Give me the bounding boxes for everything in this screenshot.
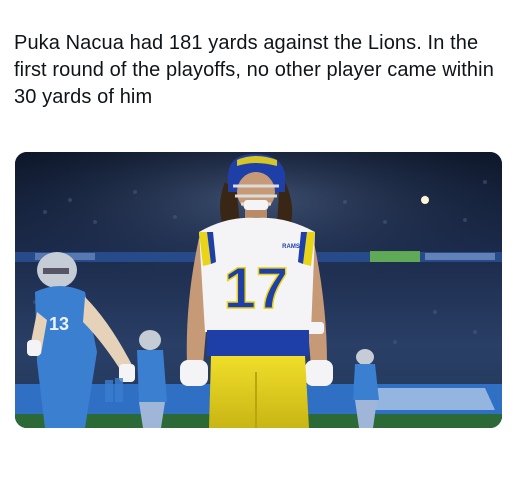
jersey-bottom <box>207 330 309 356</box>
opponent-jersey-number: 13 <box>49 314 69 334</box>
post-image[interactable]: 13 17 RAMS <box>15 152 502 428</box>
jersey-number: 17 <box>224 256 289 321</box>
pants <box>209 356 309 428</box>
stadium-light <box>421 196 429 204</box>
post-text: Puka Nacua had 181 yards against the Lio… <box>14 32 494 108</box>
right-glove <box>305 360 333 386</box>
left-glove <box>180 360 208 386</box>
jersey-logo: RAMS <box>282 244 300 250</box>
